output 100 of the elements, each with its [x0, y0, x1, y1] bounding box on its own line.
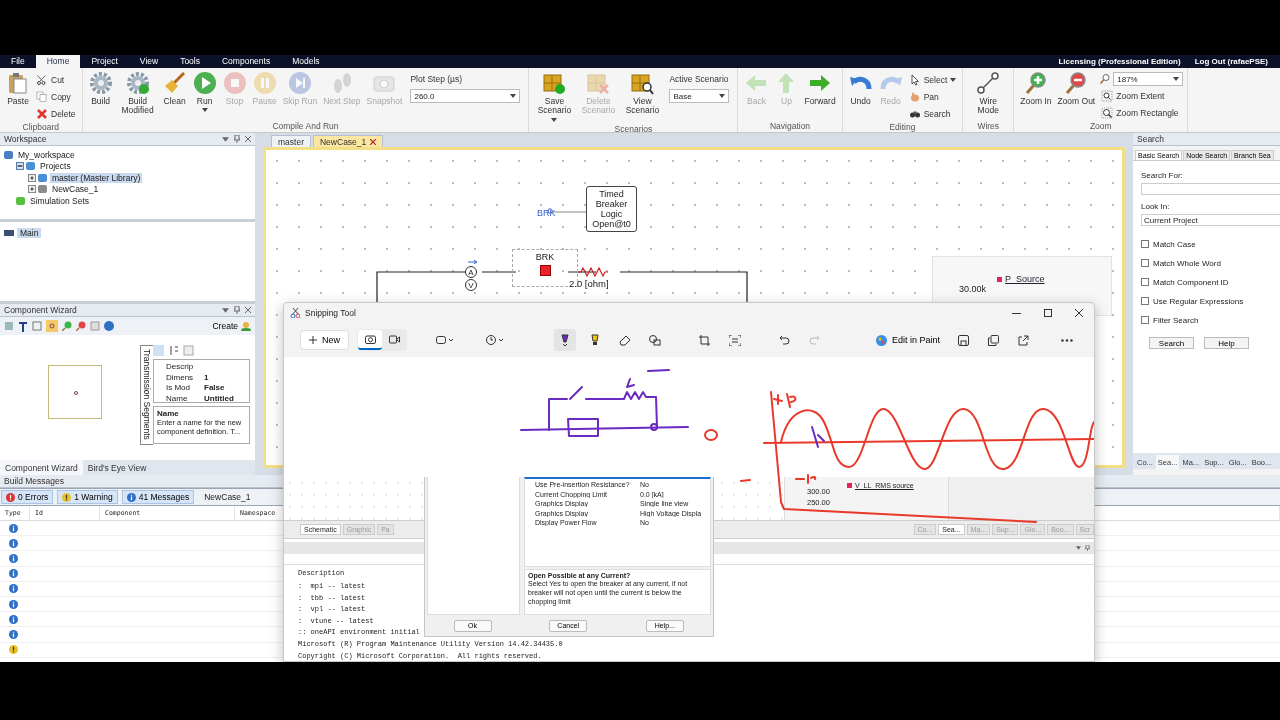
- document-tab[interactable]: NewCase_1: [313, 135, 384, 147]
- palette-icon: [876, 334, 887, 346]
- checkbox[interactable]: [1141, 278, 1149, 286]
- ribbon-button[interactable]: Run: [190, 70, 219, 114]
- tree-item[interactable]: Simulation Sets: [28, 195, 92, 206]
- ribbon-button[interactable]: Zoom Out: [1055, 70, 1098, 108]
- search-button[interactable]: Help: [1204, 337, 1249, 349]
- tree-item[interactable]: master (Master Library): [50, 172, 143, 183]
- ribbon-button[interactable]: Wire Mode: [967, 70, 1010, 117]
- close-icon[interactable]: [245, 307, 251, 313]
- grid-icon[interactable]: [32, 321, 42, 331]
- menu-tab[interactable]: Tools: [169, 55, 211, 68]
- ribbon-button[interactable]: Pan: [906, 89, 959, 104]
- arrow-sketch-drawing: [811, 426, 825, 448]
- new-button[interactable]: New: [300, 330, 349, 350]
- maximize-icon: [1043, 309, 1052, 317]
- collapse-icon[interactable]: [16, 162, 24, 171]
- info-icon: [9, 584, 18, 594]
- ribbon-button[interactable]: Copy: [34, 89, 78, 104]
- menu-tab[interactable]: Components: [211, 55, 282, 68]
- ribbon-button[interactable]: Build Modified: [116, 70, 159, 117]
- close-icon[interactable]: [370, 138, 377, 145]
- checkbox-label: Match Case: [1153, 239, 1196, 249]
- dropdown-icon: [719, 94, 726, 98]
- ribbon-button[interactable]: View Scenario: [621, 70, 664, 117]
- menu-tab[interactable]: Models: [281, 55, 331, 68]
- ribbon-button[interactable]: Cut: [34, 72, 78, 87]
- skip-icon: [287, 71, 312, 95]
- port-icon: [74, 391, 78, 395]
- filter-button[interactable]: 1 Warning: [57, 490, 118, 504]
- dropdown-icon[interactable]: [222, 307, 229, 313]
- dropdown-icon[interactable]: [222, 136, 229, 142]
- close-icon[interactable]: [245, 136, 251, 142]
- dropdown-icon: [510, 94, 517, 98]
- circle-tool-icon[interactable]: [46, 320, 58, 332]
- sort-icon[interactable]: [168, 345, 179, 356]
- ribbon-button[interactable]: Search: [906, 106, 959, 121]
- ribbon-button[interactable]: Save Scenario: [533, 70, 576, 123]
- edit-in-paint-button[interactable]: Edit in Paint: [872, 334, 944, 346]
- menu-tab[interactable]: View: [128, 55, 170, 68]
- ribbon-button[interactable]: Paste: [4, 70, 32, 108]
- ribbon-button[interactable]: Clean: [160, 70, 189, 108]
- filter-button[interactable]: 41 Messages: [121, 490, 195, 504]
- info-icon: [9, 553, 18, 563]
- zoom-in-icon[interactable]: [62, 321, 72, 331]
- project-icon: [38, 184, 48, 195]
- combo-field[interactable]: Base: [669, 89, 730, 103]
- ribbon-button[interactable]: Forward: [802, 70, 838, 108]
- logout-link[interactable]: Log Out (rafaePSE): [1194, 57, 1268, 66]
- ribbon-button[interactable]: Delete: [34, 106, 78, 121]
- minimize-icon: [1012, 312, 1021, 314]
- ribbon-button[interactable]: Undo: [846, 70, 875, 108]
- filter-button[interactable]: 0 Errors: [1, 490, 54, 504]
- side-tab[interactable]: Transmission Segments: [140, 345, 153, 445]
- pen-button[interactable]: [553, 329, 576, 351]
- panel-tab[interactable]: Component Wizard: [0, 460, 83, 475]
- ribbon-button[interactable]: Zoom Rectangle: [1099, 105, 1184, 120]
- dropdown-icon: [1076, 546, 1081, 550]
- ribbon-button[interactable]: Build: [86, 70, 115, 108]
- info-icon: [9, 614, 18, 624]
- ribbon-button[interactable]: Zoom Extent: [1099, 88, 1184, 103]
- expand-icon[interactable]: [28, 185, 36, 194]
- field-label: Plot Step (µs): [410, 74, 464, 84]
- checkbox[interactable]: [1141, 297, 1149, 305]
- ribbon-button[interactable]: Zoom In: [1018, 70, 1054, 108]
- document-tab[interactable]: master: [271, 135, 311, 147]
- search-button[interactable]: Search: [1149, 337, 1194, 349]
- licensing-link[interactable]: Licensing (Professional Edition): [1058, 57, 1181, 66]
- combo-field[interactable]: 260.0: [410, 89, 521, 103]
- checkbox[interactable]: [1141, 240, 1149, 248]
- text-scan-icon: [728, 334, 741, 346]
- checkbox[interactable]: [1141, 316, 1149, 324]
- menu-tab[interactable]: File: [0, 55, 36, 68]
- create-button[interactable]: Create: [212, 321, 251, 331]
- expand-icon[interactable]: [28, 173, 36, 182]
- pin-icon[interactable]: [234, 135, 240, 143]
- tree-item[interactable]: My_workspace: [16, 149, 77, 160]
- search-field[interactable]: [1141, 183, 1280, 195]
- text-icon[interactable]: [18, 320, 28, 332]
- meter-symbol: V: [465, 279, 477, 291]
- help-icon[interactable]: [104, 321, 114, 331]
- camera-mode-button[interactable]: [358, 330, 382, 350]
- tree-item[interactable]: NewCase_1: [50, 184, 101, 195]
- zoom-level-combo[interactable]: 187%: [1113, 72, 1184, 86]
- camera-icon: [364, 334, 376, 344]
- zoom-rectangle-icon: [1101, 106, 1114, 119]
- menu-tab[interactable]: Project: [80, 55, 129, 68]
- tree-item[interactable]: Projects: [38, 161, 73, 172]
- panel-tab[interactable]: Bird's Eye View: [82, 460, 152, 475]
- pin-icon[interactable]: [234, 306, 240, 314]
- zoom-out-icon[interactable]: [76, 321, 86, 331]
- ribbon-button[interactable]: Select: [906, 72, 959, 87]
- group-label: Clipboard: [21, 121, 60, 133]
- menu-tab[interactable]: Home: [35, 55, 81, 68]
- outline-item[interactable]: Main: [17, 228, 42, 238]
- axis-tick: 30.00k: [959, 284, 987, 294]
- video-icon: [388, 334, 400, 344]
- checkbox[interactable]: [1141, 259, 1149, 267]
- plus-icon: [309, 336, 317, 344]
- look-in-select[interactable]: Current Project: [1141, 214, 1280, 226]
